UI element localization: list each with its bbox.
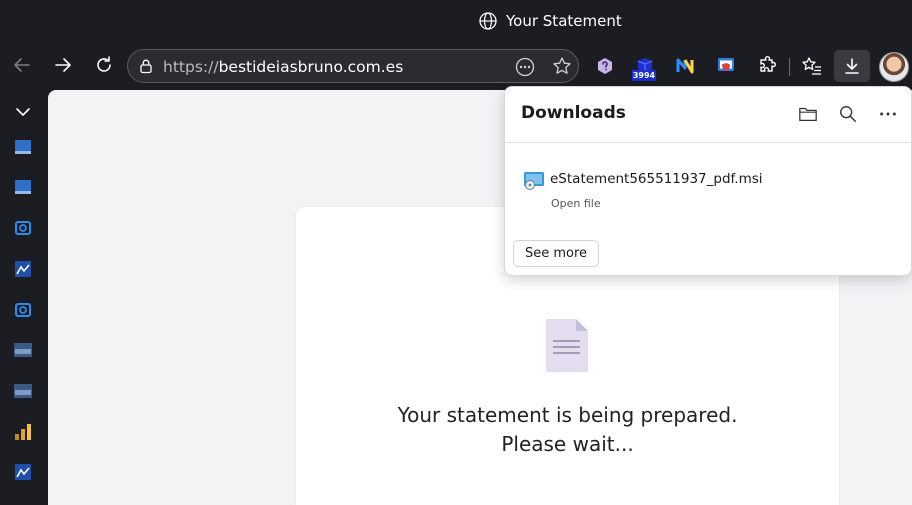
download-icon: [845, 58, 859, 74]
sidebar-tab-9[interactable]: [13, 462, 33, 482]
favorite-star-icon[interactable]: [552, 56, 572, 76]
sidebar-tab-2[interactable]: [13, 177, 33, 197]
folder-icon: [799, 107, 817, 121]
sidebar-tab-7[interactable]: [13, 381, 33, 401]
sidebar-tab-3[interactable]: [13, 218, 33, 238]
refresh-button[interactable]: [91, 52, 117, 78]
arrow-left-icon: [14, 58, 30, 72]
extension-shield-icon: [718, 58, 734, 71]
app-icon: [15, 464, 31, 480]
title-bar: Your Statement: [0, 0, 912, 42]
extension-n-button[interactable]: [673, 54, 697, 78]
extension-shield-button[interactable]: [714, 54, 738, 78]
favorites-list-icon: [802, 57, 821, 75]
downloads-heading: Downloads: [521, 103, 626, 123]
outlook-icon: [15, 221, 31, 235]
downloads-button[interactable]: [834, 50, 870, 82]
address-bar[interactable]: https://bestideiasbruno.com.es: [127, 49, 579, 83]
download-file-name[interactable]: eStatement565511937_pdf.msi: [550, 171, 763, 187]
arrow-right-icon: [55, 58, 71, 72]
app-icon: [15, 180, 31, 194]
url-host: bestideiasbruno.com.es: [218, 58, 404, 76]
extension-badge: 3994: [632, 70, 656, 81]
see-more-button[interactable]: See more: [513, 240, 600, 267]
vertical-tabs-sidebar: [0, 90, 48, 505]
globe-icon: [479, 12, 497, 30]
forward-button[interactable]: [50, 52, 76, 78]
browser-toolbar: https://bestideiasbruno.com.es 3994: [0, 42, 912, 90]
lock-icon[interactable]: [138, 58, 154, 74]
search-downloads-button[interactable]: [837, 103, 859, 125]
window-title: Your Statement: [506, 12, 622, 30]
status-line-1: Your statement is being prepared.: [397, 403, 738, 427]
https-icon: [14, 384, 32, 398]
refresh-icon: [97, 56, 111, 72]
status-line-2: Please wait...: [501, 432, 634, 456]
https-icon: [14, 343, 32, 357]
sidebar-collapse-button[interactable]: [13, 102, 33, 122]
back-button[interactable]: [9, 52, 35, 78]
open-downloads-folder-button[interactable]: [797, 103, 819, 125]
toolbar-separator: [789, 58, 790, 76]
document-icon: [546, 319, 588, 372]
installer-file-icon: [524, 172, 544, 190]
sidebar-tab-5[interactable]: [13, 300, 33, 320]
extensions-button[interactable]: [755, 54, 779, 78]
app-icon: [15, 140, 31, 154]
downloads-more-button[interactable]: [877, 103, 899, 125]
url-text[interactable]: https://bestideiasbruno.com.es: [163, 58, 403, 76]
chevron-down-icon: [16, 108, 30, 116]
more-dots-icon: [880, 112, 896, 116]
sidebar-tab-6[interactable]: [13, 340, 33, 360]
downloads-divider: [505, 142, 911, 143]
sidebar-tab-8[interactable]: [13, 422, 33, 442]
more-in-address-icon[interactable]: [515, 57, 535, 77]
chart-icon: [15, 424, 31, 440]
outlook-icon: [15, 303, 31, 317]
extension-n-logo-icon: [676, 58, 694, 74]
favorites-button[interactable]: [800, 54, 824, 78]
puzzle-icon: [760, 56, 776, 72]
open-file-link[interactable]: Open file: [551, 197, 601, 210]
downloads-panel: Downloads eStatement565511937_pdf.msi Op…: [504, 86, 912, 276]
app-icon: [15, 261, 31, 277]
sidebar-tab-1[interactable]: [13, 137, 33, 157]
url-scheme: https://: [163, 58, 219, 76]
extension-hex-icon: [598, 58, 612, 74]
sidebar-tab-4[interactable]: [13, 259, 33, 279]
search-icon: [840, 106, 856, 123]
profile-avatar[interactable]: [879, 52, 909, 82]
extension-puzzle-hex-button[interactable]: [593, 54, 617, 78]
